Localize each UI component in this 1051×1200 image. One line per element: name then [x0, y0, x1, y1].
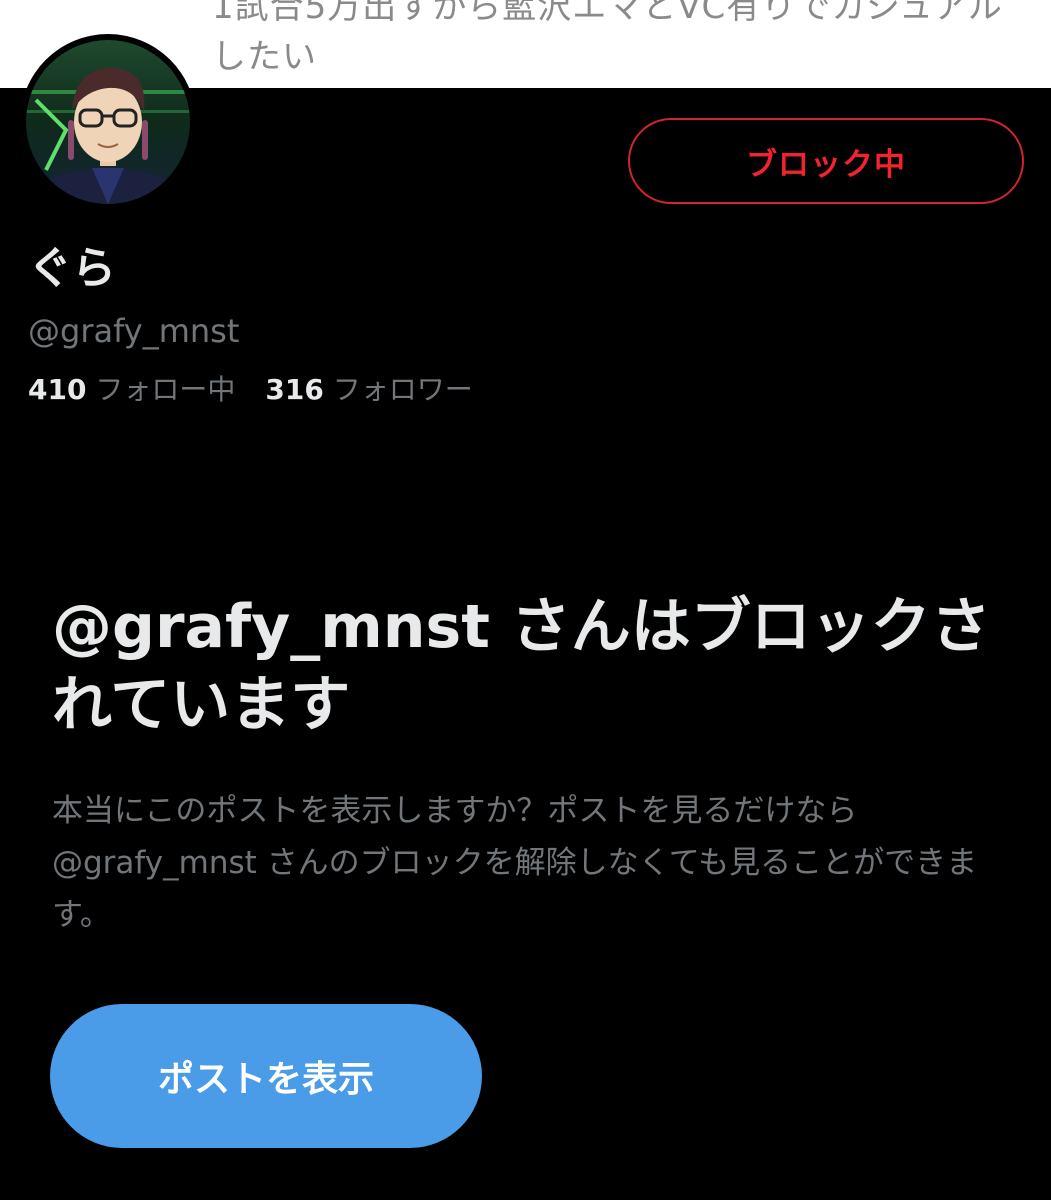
- display-name: ぐら: [28, 243, 116, 294]
- avatar[interactable]: [20, 34, 196, 210]
- following-label: フォロー中: [95, 373, 236, 406]
- followers-count: 316: [265, 373, 324, 406]
- avatar-icon: [26, 40, 190, 204]
- followers-label: フォロワー: [332, 373, 473, 406]
- following-link[interactable]: 410 フォロー中: [28, 373, 235, 406]
- blocked-title: @grafy_mnst さんはブロックされています: [52, 592, 991, 740]
- previous-post-text: 1試合5万出すから藍沢エマとVC有りでカジュアルしたい: [212, 0, 1003, 77]
- view-posts-button[interactable]: ポストを表示: [50, 1004, 482, 1148]
- followers-link[interactable]: 316 フォロワー: [265, 373, 472, 406]
- blocked-description: 本当にこのポストを表示しますか？ポストを見るだけなら @grafy_mnst さ…: [52, 793, 978, 933]
- blocking-button[interactable]: ブロック中: [628, 118, 1024, 204]
- following-count: 410: [28, 373, 87, 406]
- user-handle: @grafy_mnst: [28, 312, 240, 350]
- follow-stats: 410 フォロー中 316 フォロワー: [28, 368, 473, 408]
